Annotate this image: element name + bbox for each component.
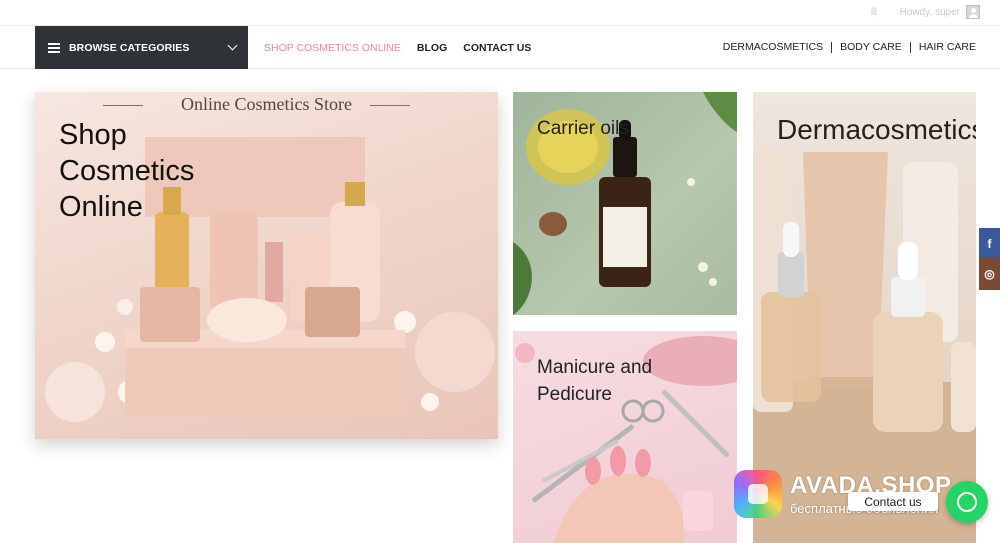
browse-categories-label: BROWSE CATEGORIES [69,41,190,54]
hamburger-icon [48,43,60,53]
instagram-icon: ◎ [984,267,995,281]
tile-title-carrier-oils: Carrier oils [537,118,629,139]
tile-carrier-oils[interactable]: Carrier oils [513,92,737,315]
nav-link-hair-care[interactable]: HAIR CARE [909,42,976,53]
avada-logo-icon [734,470,782,518]
user-greeting[interactable]: Howdy, super [900,5,980,19]
whatsapp-icon[interactable] [946,481,988,523]
avatar[interactable] [966,5,980,19]
nav-link-blog[interactable]: BLOG [417,42,447,54]
nav-link-dermacosmetics[interactable]: DERMACOSMETICS [715,42,831,53]
hero-tile-shop-cosmetics[interactable]: Online Cosmetics Store Shop Cosmetics On… [35,92,498,439]
category-menu: DERMACOSMETICS BODY CARE HAIR CARE [715,26,976,69]
main-navbar: BROWSE CATEGORIES SHOP COSMETICS ONLINE … [0,26,1000,69]
primary-menu: SHOP COSMETICS ONLINE BLOG CONTACT US [264,26,531,69]
store-banner: Online Cosmetics Store [35,94,498,115]
facebook-icon: f [987,237,992,251]
chevron-down-icon [227,40,238,51]
greeting-text: Howdy, super [899,6,960,18]
contact-us-button[interactable]: Contact us [848,492,938,511]
nav-link-shop-cosmetics-online[interactable]: SHOP COSMETICS ONLINE [264,42,401,54]
top-bar: Howdy, super [0,0,1000,26]
nav-link-body-care[interactable]: BODY CARE [831,42,910,53]
tile-manicure-pedicure[interactable]: Manicure and Pedicure [513,331,737,543]
bell-icon[interactable] [868,6,880,18]
instagram-share-button[interactable]: ◎ [979,258,1000,290]
hero-title: Shop Cosmetics Online [59,119,195,223]
browse-categories-button[interactable]: BROWSE CATEGORIES [35,26,248,69]
tile-title-manicure-pedicure: Manicure and Pedicure [537,357,653,405]
tile-title-dermacosmetics: Dermacosmetics [777,114,976,145]
nav-link-contact-us[interactable]: CONTACT US [463,42,531,54]
facebook-share-button[interactable]: f [979,228,1000,260]
